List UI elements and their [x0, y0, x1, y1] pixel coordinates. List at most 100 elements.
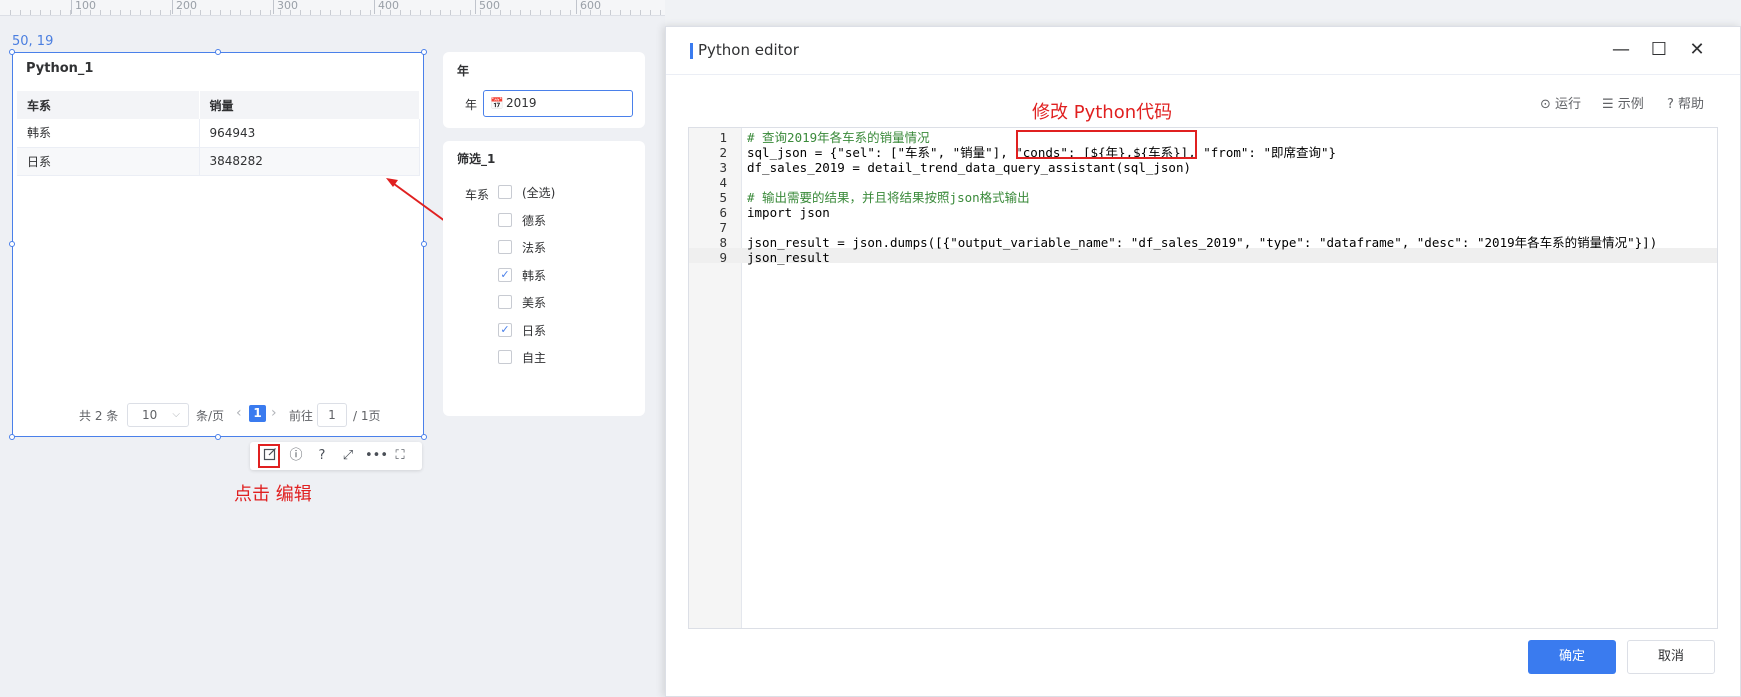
chevron-down-icon: ⌵: [172, 409, 180, 420]
ruler-minor-tick: [140, 10, 141, 15]
more-icon[interactable]: •••: [365, 447, 388, 465]
checkbox[interactable]: [498, 212, 512, 227]
help-icon[interactable]: ?: [313, 447, 331, 465]
run-button[interactable]: ⊙ 运行: [1540, 93, 1581, 112]
page-number[interactable]: 1: [249, 405, 266, 422]
ruler-minor-tick: [130, 10, 131, 15]
help-button[interactable]: ? 帮助: [1667, 93, 1704, 112]
calendar-icon: 📅: [490, 97, 504, 110]
ruler-minor-tick: [260, 10, 261, 15]
ruler-minor-tick: [240, 10, 241, 15]
goto-page-input[interactable]: 1: [317, 403, 347, 427]
ruler-minor-tick: [320, 10, 321, 15]
column-header: 销量: [199, 91, 420, 119]
code-editor[interactable]: 1 # 查询2019年各车系的销量情况 2 sql_json = {"sel": ["…: [688, 127, 1718, 629]
ruler-minor-tick: [310, 10, 311, 15]
ruler-minor-tick: [290, 10, 291, 15]
click-edit-annotation: 点击 编辑: [234, 484, 312, 505]
resize-handle[interactable]: [9, 434, 15, 440]
ruler-minor-tick: [520, 10, 521, 15]
minimize-icon[interactable]: —: [1611, 39, 1631, 60]
page-size-select[interactable]: 10 ⌵: [127, 403, 189, 427]
line-number: 3: [719, 160, 727, 175]
ruler-minor-tick: [480, 10, 481, 15]
checkbox[interactable]: [498, 295, 512, 309]
python-widget[interactable]: Python_1 车系 销量 韩系 964943 日系 3848282 共 2 …: [12, 52, 424, 437]
dialog-header: Python editor — ☐ ✕: [666, 27, 1740, 75]
checkbox[interactable]: [498, 350, 512, 364]
ruler-minor-tick: [250, 10, 251, 15]
example-button[interactable]: ☰ 示例: [1602, 93, 1644, 112]
checkbox-checked[interactable]: ✓: [498, 322, 512, 337]
ruler-minor-tick: [390, 10, 391, 15]
ruler-minor-tick: [330, 10, 331, 15]
ruler-minor-tick: [70, 10, 71, 15]
ruler-minor-tick: [620, 10, 621, 15]
resize-handle[interactable]: [9, 49, 15, 55]
fullscreen-icon[interactable]: ⛶: [391, 447, 409, 465]
confirm-button[interactable]: 确定: [1528, 640, 1616, 674]
code-line: df_sales_2019 = detail_trend_data_query_…: [747, 160, 1192, 175]
info-icon[interactable]: ⓘ: [287, 447, 305, 465]
position-readout: 50, 19: [12, 34, 54, 49]
ruler-tick: 200: [172, 0, 197, 14]
prev-page-icon[interactable]: ‹: [236, 405, 242, 421]
filter-option-label: 日系: [522, 323, 547, 338]
column-header: 车系: [17, 91, 200, 119]
year-filter-card: 年 年 📅 2019: [443, 52, 645, 128]
cancel-button[interactable]: 取消: [1627, 640, 1715, 674]
expand-icon[interactable]: ⤢: [339, 447, 357, 465]
resize-handle[interactable]: [215, 434, 221, 440]
ruler-minor-tick: [600, 10, 601, 15]
resize-handle[interactable]: [9, 241, 15, 247]
resize-handle[interactable]: [421, 434, 427, 440]
page-size-value: 10: [142, 408, 158, 422]
ruler-minor-tick: [360, 10, 361, 15]
table-row: 日系 3848282: [17, 147, 420, 176]
ruler-minor-tick: [490, 10, 491, 15]
ruler-minor-tick: [370, 10, 371, 15]
ruler-minor-tick: [190, 10, 191, 15]
dialog-title: Python editor: [698, 41, 799, 59]
ruler-minor-tick: [510, 10, 511, 15]
maximize-icon[interactable]: ☐: [1649, 39, 1669, 60]
checkbox-checked[interactable]: ✓: [498, 267, 512, 282]
ruler-minor-tick: [50, 10, 51, 15]
checkbox[interactable]: [498, 240, 512, 254]
code-line: import json: [747, 205, 830, 220]
year-value: 2019: [506, 96, 537, 110]
line-number: 7: [719, 220, 727, 235]
example-label: 示例: [1617, 97, 1644, 112]
close-icon[interactable]: ✕: [1687, 39, 1707, 60]
ruler-minor-tick: [500, 10, 501, 15]
ruler-minor-tick: [590, 10, 591, 15]
ruler-minor-tick: [30, 10, 31, 15]
card-title: 筛选_1: [457, 152, 496, 166]
goto-label: 前往: [289, 409, 314, 423]
conds-highlight-box: [1016, 130, 1197, 159]
ruler-minor-tick: [540, 10, 541, 15]
ruler-minor-tick: [270, 10, 271, 15]
filter-card: 筛选_1 车系 (全选) 德系 法系 ✓ 韩系 美系 ✓ 日系 自主: [443, 141, 645, 416]
ruler-minor-tick: [280, 10, 281, 15]
resize-handle[interactable]: [421, 49, 427, 55]
line-number: 6: [719, 205, 727, 220]
filter-option-label: 自主: [522, 351, 547, 365]
title-accent-bar: [690, 43, 693, 59]
line-number: 5: [719, 190, 727, 205]
resize-handle[interactable]: [215, 49, 221, 55]
checkbox[interactable]: [498, 185, 512, 199]
year-input[interactable]: 📅 2019: [483, 90, 633, 117]
ruler-minor-tick: [440, 10, 441, 15]
ruler-minor-tick: [460, 10, 461, 15]
resize-handle[interactable]: [421, 241, 427, 247]
ruler-minor-tick: [20, 10, 21, 15]
ruler-tick: 100: [71, 0, 96, 14]
next-page-icon[interactable]: ›: [271, 405, 277, 421]
ruler-minor-tick: [120, 10, 121, 15]
ruler-minor-tick: [80, 10, 81, 15]
filter-option-label: 法系: [522, 241, 547, 255]
ruler-tick: 300: [273, 0, 298, 14]
line-number: 8: [719, 235, 727, 250]
ruler-minor-tick: [550, 10, 551, 15]
